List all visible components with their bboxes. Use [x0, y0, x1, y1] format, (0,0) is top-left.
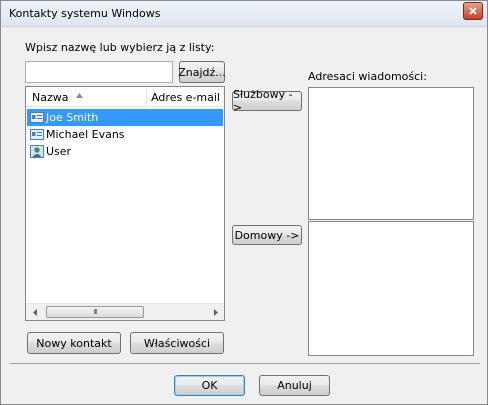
user-contact-icon — [30, 145, 44, 158]
contact-card-icon — [30, 129, 44, 140]
sort-ascending-icon — [76, 93, 83, 98]
scroll-left-icon — [32, 308, 37, 316]
ok-button[interactable]: OK — [174, 375, 245, 396]
business-recipients-button[interactable]: Służbowy -> — [232, 88, 302, 114]
close-button[interactable] — [463, 2, 483, 20]
column-divider[interactable] — [146, 89, 147, 105]
list-header: Nazwa Adres e-mail — [26, 87, 224, 107]
close-icon — [469, 7, 477, 15]
contact-row-user[interactable]: User — [27, 143, 223, 160]
new-contact-button[interactable]: Nowy kontakt — [27, 332, 121, 354]
find-button[interactable]: Znajdź... — [178, 61, 226, 83]
home-recipients-box[interactable] — [308, 221, 474, 356]
scroll-right-icon — [213, 308, 218, 316]
divider — [10, 363, 480, 364]
scroll-right-button[interactable] — [207, 304, 224, 320]
contact-name: User — [46, 145, 72, 158]
home-recipients-button[interactable]: Domowy -> — [232, 225, 302, 245]
contact-card-icon — [30, 112, 44, 123]
scroll-left-button[interactable] — [26, 304, 43, 320]
properties-button[interactable]: Właściwości — [130, 332, 224, 354]
contacts-list[interactable]: Nazwa Adres e-mail Joe Smith Michael Eva… — [25, 86, 225, 321]
search-input[interactable] — [25, 61, 173, 83]
contact-name: Joe Smith — [46, 111, 99, 124]
search-prompt: Wpisz nazwę lub wybierz ją z listy: — [25, 41, 215, 54]
contact-row-michael-evans[interactable]: Michael Evans — [27, 126, 223, 143]
column-header-name[interactable]: Nazwa — [32, 91, 68, 104]
recipients-label: Adresaci wiadomości: — [308, 70, 427, 83]
horizontal-scrollbar[interactable]: III — [26, 303, 224, 320]
title-bar[interactable]: Kontakty systemu Windows — [1, 1, 487, 27]
column-header-email[interactable]: Adres e-mail — [151, 91, 220, 104]
contact-name: Michael Evans — [46, 128, 125, 141]
contacts-dialog: Kontakty systemu Windows Wpisz nazwę lub… — [0, 0, 488, 405]
contact-row-joe-smith[interactable]: Joe Smith — [27, 109, 223, 126]
window-title: Kontakty systemu Windows — [9, 7, 161, 20]
scroll-thumb[interactable]: III — [46, 306, 144, 318]
scroll-thumb-grip: III — [93, 308, 97, 316]
business-recipients-box[interactable] — [308, 87, 474, 220]
cancel-button[interactable]: Anuluj — [259, 375, 330, 396]
